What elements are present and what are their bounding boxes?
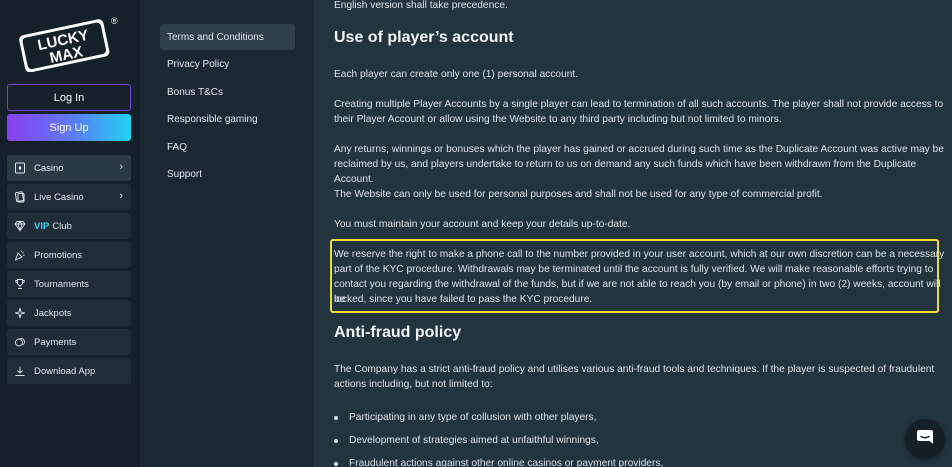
list-item-text: Development of strategies aimed at unfai… xyxy=(349,435,599,446)
main-nav: Casino › Live Casino › VIP Club Promotio… xyxy=(7,155,131,387)
nav-item-label: Promotions xyxy=(34,249,83,261)
nav-item-tournaments[interactable]: Tournaments xyxy=(7,271,131,297)
fraud-list: Participating in any type of collusion w… xyxy=(334,406,934,467)
live-casino-icon xyxy=(13,190,27,204)
heading-anti-fraud: Anti-fraud policy xyxy=(334,324,462,341)
nav-item-label: Live Casino xyxy=(34,191,84,203)
nav-item-label: Club xyxy=(52,220,72,232)
list-item-text: Participating in any type of collusion w… xyxy=(349,412,597,423)
nav-item-casino[interactable]: Casino › xyxy=(7,155,131,181)
nav-item-promotions[interactable]: Promotions xyxy=(7,242,131,268)
bullet-dot xyxy=(334,461,338,466)
paragraph: You must maintain your account and keep … xyxy=(334,219,631,230)
nav-item-label: Jackpots xyxy=(34,307,72,319)
paragraph: The Website can only be used for persona… xyxy=(334,189,823,200)
nav-item-download-app[interactable]: Download App xyxy=(7,358,131,384)
nav-item-payments[interactable]: Payments xyxy=(7,329,131,355)
coins-icon xyxy=(13,335,27,349)
info-menu: Terms and Conditions Privacy Policy Bonu… xyxy=(160,24,295,190)
vip-label: VIP xyxy=(34,220,50,232)
list-item: Fraudulent actions against other online … xyxy=(334,452,934,467)
diamond-icon xyxy=(13,219,27,233)
chevron-right-icon: › xyxy=(119,190,123,202)
list-item: Participating in any type of collusion w… xyxy=(334,406,934,429)
luckymax-logo[interactable]: LUCKY MAX ® xyxy=(18,14,120,73)
nav-item-label: Payments xyxy=(34,336,77,348)
party-icon xyxy=(13,248,27,262)
paragraph-line: The Company has a strict anti-fraud poli… xyxy=(334,364,935,375)
paragraph-line: We reserve the right to make a phone cal… xyxy=(334,249,945,260)
heading-use-of-account: Use of player’s account xyxy=(334,29,514,46)
menu-item-responsible-gaming[interactable]: Responsible gaming xyxy=(160,107,295,133)
bullet-dot xyxy=(334,415,338,420)
svg-text:®: ® xyxy=(111,16,118,26)
nav-item-label: Tournaments xyxy=(34,278,89,290)
menu-item-privacy[interactable]: Privacy Policy xyxy=(160,52,295,78)
chat-icon xyxy=(915,427,935,452)
chat-button[interactable] xyxy=(905,419,945,459)
nav-item-label: Download App xyxy=(34,365,96,377)
nav-item-vip-club[interactable]: VIP Club xyxy=(7,213,131,239)
menu-item-support[interactable]: Support xyxy=(160,162,295,188)
sparkle-icon xyxy=(13,306,27,320)
paragraph-line: Creating multiple Player Accounts by a s… xyxy=(334,99,944,110)
menu-item-bonus-tcs[interactable]: Bonus T&Cs xyxy=(160,79,295,105)
paragraph-line: actions including, but not limited to: xyxy=(334,379,493,390)
left-sidebar: LUCKY MAX ® Log In Sign Up Casino › Live… xyxy=(0,0,140,467)
paragraph-line: part of the KYC procedure. Withdrawals m… xyxy=(334,264,934,275)
menu-item-faq[interactable]: FAQ xyxy=(160,134,295,160)
terms-content: English version shall take precedence. U… xyxy=(314,0,952,467)
paragraph: Each player can create only one (1) pers… xyxy=(334,69,579,80)
paragraph-fragment: English version shall take precedence. xyxy=(334,0,508,11)
paragraph-line: locked, since you have failed to pass th… xyxy=(334,294,593,305)
menu-item-terms[interactable]: Terms and Conditions xyxy=(160,24,295,50)
cards-icon xyxy=(13,161,27,175)
list-item-text: Fraudulent actions against other online … xyxy=(349,458,664,467)
nav-item-label: Casino xyxy=(34,162,64,174)
download-icon xyxy=(13,364,27,378)
paragraph-line: Any returns, winnings or bonuses which t… xyxy=(334,144,944,155)
login-button[interactable]: Log In xyxy=(7,84,131,111)
trophy-icon xyxy=(13,277,27,291)
paragraph-line: their Player Account or allow using the … xyxy=(334,114,782,125)
paragraph-line: reclaimed by us, and players undertake t… xyxy=(334,159,917,185)
nav-item-live-casino[interactable]: Live Casino › xyxy=(7,184,131,210)
list-item: Development of strategies aimed at unfai… xyxy=(334,429,934,452)
nav-item-jackpots[interactable]: Jackpots xyxy=(7,300,131,326)
bullet-dot xyxy=(334,438,338,443)
chevron-right-icon: › xyxy=(119,161,123,173)
signup-button[interactable]: Sign Up xyxy=(7,114,131,141)
